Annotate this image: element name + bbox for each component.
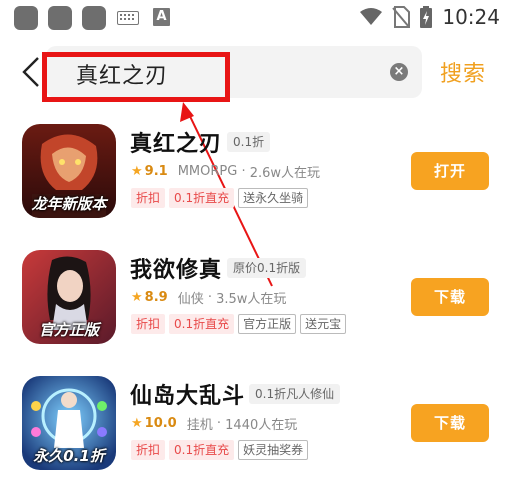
tag-discount: 折扣 xyxy=(131,188,166,208)
clock: 10:24 xyxy=(442,5,500,29)
discount-tag: 0.1折 xyxy=(227,132,271,152)
genre: 仙侠 xyxy=(177,292,204,307)
tag-recharge: 0.1折直充 xyxy=(169,440,235,460)
clear-icon[interactable]: × xyxy=(390,63,408,81)
star-icon: ★ xyxy=(131,164,143,179)
game-icon[interactable]: 龙年新版本 xyxy=(22,124,116,218)
tag-gift: 送永久坐骑 xyxy=(238,188,309,208)
separator: · xyxy=(203,290,217,305)
separator: · xyxy=(237,164,250,179)
rating: 9.1 xyxy=(144,164,168,179)
app-icon xyxy=(48,6,72,30)
tag-list: 折扣 0.1折直充 送永久坐骑 xyxy=(131,188,309,208)
chevron-left-icon xyxy=(22,57,39,87)
game-icon[interactable]: 永久0.1折 xyxy=(22,376,116,470)
annotation-highlight-box xyxy=(42,52,230,102)
download-button[interactable]: 下载 xyxy=(411,278,489,316)
game-meta: ★ 10.0 挂机 · 1440人在玩 xyxy=(131,414,297,433)
discount-tag: 0.1折凡人修仙 xyxy=(249,384,341,404)
list-item[interactable]: 官方正版 我欲修真 原价0.1折版 ★ 8.9 仙侠 · 3.5w人在玩 折扣 … xyxy=(0,250,512,360)
game-icon[interactable]: 官方正版 xyxy=(22,250,116,344)
genre: 挂机 xyxy=(186,418,213,433)
list-item[interactable]: 龙年新版本 真红之刃 0.1折 ★ 9.1 MMORPG · 2.6w人在玩 折… xyxy=(0,124,512,234)
status-bar: A 10:24 xyxy=(0,0,512,34)
app-icon xyxy=(14,6,38,30)
tag-recharge: 0.1折直充 xyxy=(169,188,235,208)
game-name[interactable]: 真红之刃 xyxy=(130,126,222,158)
game-meta: ★ 8.9 仙侠 · 3.5w人在玩 xyxy=(131,288,286,307)
wifi-icon xyxy=(360,8,383,25)
star-icon: ★ xyxy=(131,290,143,305)
tag-recharge: 0.1折直充 xyxy=(169,314,235,334)
players: 2.6w人在玩 xyxy=(249,166,321,181)
rating: 10.0 xyxy=(144,416,177,431)
a-icon: A xyxy=(153,8,170,26)
app-icon xyxy=(82,6,106,30)
star-icon: ★ xyxy=(131,416,143,431)
tag-list: 折扣 0.1折直充 官方正版 送元宝 xyxy=(131,314,347,334)
download-button[interactable]: 下载 xyxy=(411,404,489,442)
players: 1440人在玩 xyxy=(225,418,298,433)
separator: · xyxy=(212,416,226,431)
players: 3.5w人在玩 xyxy=(216,292,287,307)
keyboard-icon xyxy=(117,11,139,25)
genre: MMORPG xyxy=(177,164,238,179)
battery-charging-icon xyxy=(420,6,433,28)
tag-discount: 折扣 xyxy=(131,440,166,460)
tag-gift: 送元宝 xyxy=(300,314,347,334)
open-button[interactable]: 打开 xyxy=(411,152,489,190)
icon-caption: 龙年新版本 xyxy=(31,195,107,213)
game-name[interactable]: 仙岛大乱斗 xyxy=(130,378,245,410)
icon-caption: 永久0.1折 xyxy=(33,447,105,465)
discount-tag: 原价0.1折版 xyxy=(227,258,307,278)
search-button[interactable]: 搜索 xyxy=(440,56,486,88)
tag-discount: 折扣 xyxy=(131,314,166,334)
tag-gift: 妖灵抽奖券 xyxy=(238,440,309,460)
game-meta: ★ 9.1 MMORPG · 2.6w人在玩 xyxy=(131,162,320,181)
tag-list: 折扣 0.1折直充 妖灵抽奖券 xyxy=(131,440,309,460)
icon-caption: 官方正版 xyxy=(38,321,99,339)
game-name[interactable]: 我欲修真 xyxy=(130,252,222,284)
tag-official: 官方正版 xyxy=(238,314,297,334)
no-sim-icon xyxy=(392,6,411,28)
list-item[interactable]: 永久0.1折 仙岛大乱斗 0.1折凡人修仙 ★ 10.0 挂机 · 1440人在… xyxy=(0,376,512,486)
rating: 8.9 xyxy=(144,290,168,305)
